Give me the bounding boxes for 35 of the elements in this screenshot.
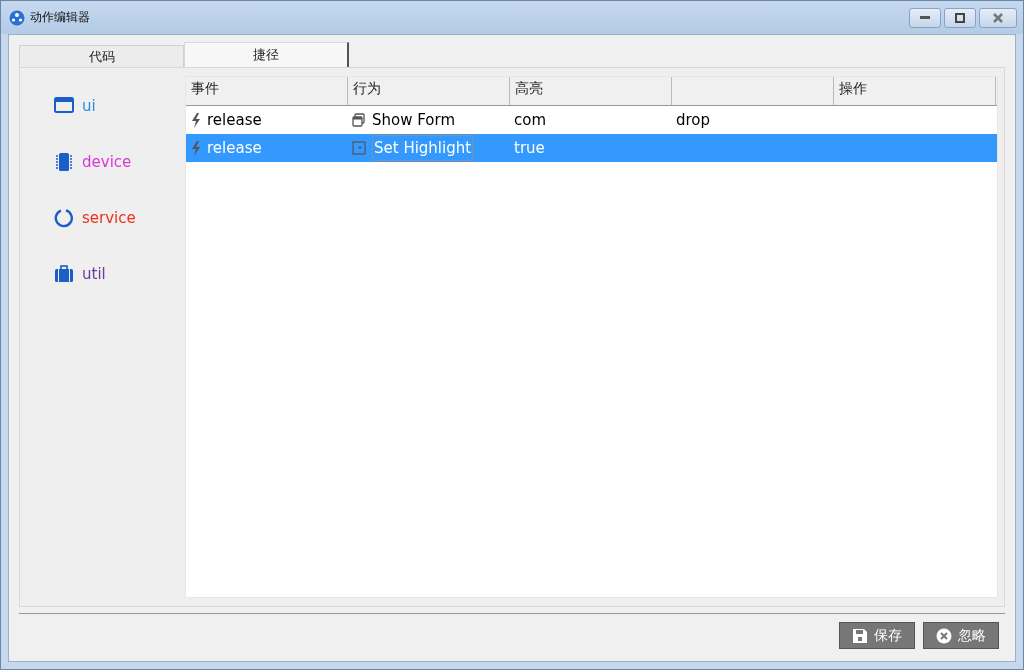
column-header[interactable]: 高亮	[510, 77, 672, 105]
table-cell: Set Highlight	[372, 135, 474, 161]
column-header[interactable]: 操作	[834, 77, 996, 105]
windows-icon	[352, 113, 366, 127]
frame-icon	[352, 141, 366, 155]
column-header[interactable]: 行为	[348, 77, 510, 105]
briefcase-icon	[54, 264, 74, 284]
column-header[interactable]: 事件	[186, 77, 348, 105]
window-icon	[54, 96, 74, 116]
ring-icon	[54, 208, 74, 228]
ignore-button[interactable]: 忽略	[923, 622, 999, 649]
maximize-icon	[954, 13, 966, 23]
table-cell: release	[207, 111, 262, 129]
window-title: 动作编辑器	[30, 9, 90, 26]
table-cell: true	[514, 139, 545, 157]
close-icon	[992, 13, 1004, 23]
lightning-icon	[190, 112, 201, 128]
app-icon	[9, 9, 25, 26]
minimize-button[interactable]	[909, 8, 941, 28]
minimize-icon	[919, 15, 931, 21]
table-row[interactable]: release Show Form com drop	[186, 106, 997, 134]
table-cell: Show Form	[372, 111, 456, 129]
tab[interactable]: 代码	[19, 45, 184, 67]
table-cell: drop	[676, 111, 711, 129]
sidebar-item[interactable]: util	[54, 264, 185, 284]
close-circle-icon	[936, 627, 952, 644]
save-button[interactable]: 保存	[839, 622, 915, 649]
table-cell: release	[207, 139, 262, 157]
chip-icon	[54, 152, 74, 172]
sidebar-item[interactable]: service	[54, 208, 185, 228]
table-cell: com	[514, 111, 547, 129]
close-button[interactable]	[979, 8, 1017, 28]
lightning-icon	[190, 140, 201, 156]
tab[interactable]: 捷径	[184, 42, 349, 67]
maximize-button[interactable]	[944, 8, 976, 28]
